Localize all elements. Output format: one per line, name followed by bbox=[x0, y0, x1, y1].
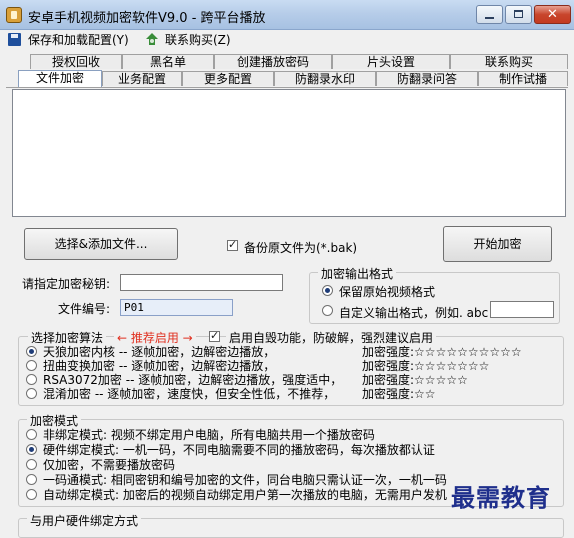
strength-stars: ☆☆☆☆☆☆☆☆☆☆ bbox=[414, 345, 522, 359]
algorithm-radio[interactable] bbox=[26, 346, 37, 357]
close-button[interactable]: ✕ bbox=[534, 5, 571, 24]
mode-option-label: 自动绑定模式: 加密后的视频自动绑定用户第一次播放的电脑，无需用户发机 bbox=[43, 488, 447, 502]
self-destroy-label: 启用自毁功能，防破解，强烈建议启用 bbox=[226, 329, 437, 346]
strength-text: 加密强度:☆☆☆☆☆ bbox=[362, 373, 468, 387]
mode-option-label: 仅加密，不需要播放密码 bbox=[43, 458, 176, 472]
select-add-file-button[interactable]: 选择&添加文件... bbox=[24, 228, 178, 260]
mode-radio[interactable] bbox=[26, 474, 37, 485]
watermark-logo: 最需教育 bbox=[451, 483, 551, 512]
keep-original-label: 保留原始视频格式 bbox=[339, 285, 436, 299]
menu-save-config-label: 保存和加载配置(Y) bbox=[28, 33, 129, 47]
mode-radio[interactable] bbox=[26, 429, 37, 440]
mode-title: 加密模式 bbox=[27, 412, 82, 429]
backup-checkbox[interactable] bbox=[227, 238, 238, 251]
strength-label: 加密强度: bbox=[362, 359, 415, 373]
minimize-button[interactable] bbox=[476, 5, 503, 24]
backup-checkbox-label: 备份原文件为(*.bak) bbox=[244, 241, 358, 255]
algorithm-option-label: RSA3072加密 -- 逐帧加密，边解密边播放，强度适中， bbox=[43, 373, 343, 387]
title-bar: 安卓手机视频加密软件V9.0 - 跨平台播放 ✕ bbox=[0, 0, 574, 30]
tab-frame-line bbox=[6, 87, 568, 88]
algorithm-option[interactable]: RSA3072加密 -- 逐帧加密，边解密边播放，强度适中， 加密强度:☆☆☆☆… bbox=[26, 373, 562, 387]
strength-text: 加密强度:☆☆☆☆☆☆☆ bbox=[362, 359, 489, 373]
strength-stars: ☆☆ bbox=[414, 387, 436, 401]
strength-label: 加密强度: bbox=[362, 387, 415, 401]
mode-option[interactable]: 硬件绑定模式: 一机一码，不同电脑需要不同的播放密码，每次播放都认证 bbox=[26, 443, 562, 457]
close-icon: ✕ bbox=[547, 7, 558, 22]
mode-radio[interactable] bbox=[26, 489, 37, 500]
strength-label: 加密强度: bbox=[362, 373, 415, 387]
algorithm-option-label: 扭曲变换加密 -- 逐帧加密，边解密边播放， bbox=[43, 359, 276, 373]
algorithm-option[interactable]: 混淆加密 -- 逐帧加密，速度快，但安全性低，不推荐， 加密强度:☆☆ bbox=[26, 387, 562, 401]
file-number-label: 文件编号: bbox=[58, 302, 111, 316]
custom-format-label: 自定义输出格式，例如. abc bbox=[339, 306, 489, 320]
tab-strip: 授权回收 黑名单 创建播放密码 片头设置 联系购买 文件加密 业务配置 更多配置… bbox=[0, 52, 574, 88]
minimize-icon bbox=[485, 17, 494, 19]
menu-bar: 保存和加载配置(Y) 联系购买(Z) bbox=[0, 30, 574, 50]
mode-option[interactable]: 仅加密，不需要播放密码 bbox=[26, 458, 562, 472]
tab-create-password[interactable]: 创建播放密码 bbox=[214, 54, 332, 69]
mode-option-label: 非绑定模式: 视频不绑定用户电脑，所有电脑共用一个播放密码 bbox=[43, 428, 375, 442]
app-icon bbox=[6, 7, 22, 23]
maximize-button[interactable] bbox=[505, 5, 532, 24]
tab-file-encrypt[interactable]: 文件加密 bbox=[18, 70, 102, 87]
tab-intro-settings[interactable]: 片头设置 bbox=[332, 54, 450, 69]
custom-format-radio[interactable] bbox=[322, 305, 333, 316]
file-list[interactable] bbox=[12, 89, 566, 217]
algorithm-title: 选择加密算法 bbox=[28, 329, 107, 346]
mode-option-label: 一码通模式: 相同密钥和编号加密的文件，同台电脑只需认证一次，一机一码 bbox=[43, 473, 447, 487]
mode-option-label: 硬件绑定模式: 一机一码，不同电脑需要不同的播放密码，每次播放都认证 bbox=[43, 443, 435, 457]
mode-radio[interactable] bbox=[26, 444, 37, 455]
hardware-bind-group: 与用户硬件绑定方式 bbox=[18, 512, 564, 538]
tab-anti-record-watermark[interactable]: 防翻录水印 bbox=[274, 71, 376, 86]
tab-business-config[interactable]: 业务配置 bbox=[102, 71, 182, 86]
mode-option[interactable]: 非绑定模式: 视频不绑定用户电脑，所有电脑共用一个播放密码 bbox=[26, 428, 562, 442]
save-icon bbox=[8, 33, 21, 46]
custom-format-input[interactable] bbox=[490, 301, 554, 318]
encryption-key-input[interactable] bbox=[120, 274, 283, 291]
maximize-icon bbox=[514, 10, 523, 18]
algorithm-radio[interactable] bbox=[26, 374, 37, 385]
tab-blacklist[interactable]: 黑名单 bbox=[122, 54, 214, 69]
strength-text: 加密强度:☆☆☆☆☆☆☆☆☆☆ bbox=[362, 345, 522, 359]
window-title: 安卓手机视频加密软件V9.0 - 跨平台播放 bbox=[28, 11, 266, 26]
tab-anti-record-qa[interactable]: 防翻录问答 bbox=[376, 71, 478, 86]
recommend-label: ← 推荐启用 → bbox=[114, 329, 196, 346]
strength-label: 加密强度: bbox=[362, 345, 415, 359]
strength-stars: ☆☆☆☆☆☆☆ bbox=[414, 359, 490, 373]
strength-stars: ☆☆☆☆☆ bbox=[414, 373, 468, 387]
algorithm-option[interactable]: 扭曲变换加密 -- 逐帧加密，边解密边播放， 加密强度:☆☆☆☆☆☆☆ bbox=[26, 359, 562, 373]
menu-contact-label: 联系购买(Z) bbox=[165, 33, 231, 47]
strength-text: 加密强度:☆☆ bbox=[362, 387, 436, 401]
algorithm-option-label: 天狼加密内核 -- 逐帧加密，边解密边播放， bbox=[43, 345, 276, 359]
tab-license-revoke[interactable]: 授权回收 bbox=[30, 54, 122, 69]
algorithm-option-label: 混淆加密 -- 逐帧加密，速度快，但安全性低，不推荐， bbox=[43, 387, 336, 401]
menu-save-config[interactable]: 保存和加载配置(Y) bbox=[8, 31, 130, 49]
mode-radio[interactable] bbox=[26, 459, 37, 470]
algorithm-radio[interactable] bbox=[26, 388, 37, 399]
encryption-key-label: 请指定加密秘钥: bbox=[22, 277, 111, 291]
tab-contact-purchase[interactable]: 联系购买 bbox=[450, 54, 568, 69]
algorithm-option[interactable]: 天狼加密内核 -- 逐帧加密，边解密边播放， 加密强度:☆☆☆☆☆☆☆☆☆☆ bbox=[26, 345, 562, 359]
algorithm-radio[interactable] bbox=[26, 360, 37, 371]
file-number-input[interactable] bbox=[120, 299, 233, 316]
web-icon bbox=[146, 33, 158, 45]
tab-more-config[interactable]: 更多配置 bbox=[182, 71, 274, 86]
menu-contact[interactable]: 联系购买(Z) bbox=[145, 31, 240, 49]
keep-original-radio[interactable] bbox=[322, 285, 333, 296]
tab-make-trial[interactable]: 制作试播 bbox=[478, 71, 568, 86]
output-format-title: 加密输出格式 bbox=[318, 265, 397, 282]
start-encrypt-button[interactable]: 开始加密 bbox=[443, 226, 552, 262]
self-destroy-checkbox[interactable] bbox=[209, 329, 220, 342]
